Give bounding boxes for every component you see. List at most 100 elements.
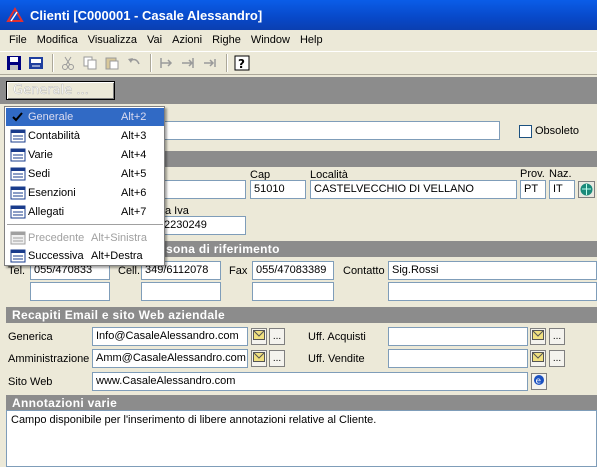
toolbar-separator <box>52 54 54 72</box>
envelope-icon <box>253 330 265 343</box>
globe-icon[interactable] <box>578 181 595 198</box>
popup-item-label: Contabilità <box>28 130 80 142</box>
indirizzo-input[interactable] <box>160 180 246 199</box>
popup-item-shortcut: Alt+Destra <box>91 250 143 262</box>
popup-item-shortcut: Alt+2 <box>121 111 147 123</box>
amministrazione-label: Amministrazione <box>8 353 90 365</box>
prov-input[interactable]: PT <box>520 180 546 199</box>
fax-label: Fax <box>229 265 248 277</box>
insert-row-icon[interactable] <box>156 53 176 73</box>
generica-email-button[interactable] <box>251 328 267 345</box>
check-icon <box>10 110 26 124</box>
fax-input[interactable]: 055/47083389 <box>252 261 334 280</box>
prev-icon <box>10 231 26 245</box>
toolbar-separator <box>226 54 228 72</box>
popup-item-label: Generale <box>28 111 74 123</box>
save-icon[interactable] <box>4 53 24 73</box>
generica-label: Generica <box>8 331 53 343</box>
localita-input[interactable]: CASTELVECCHIO DI VELLANO <box>310 180 517 199</box>
popup-item-shortcut: Alt+4 <box>121 149 147 161</box>
paste-icon[interactable] <box>102 53 122 73</box>
section-bar: Generale ... <box>0 77 597 104</box>
uff-vendite-more-button[interactable]: ... <box>549 350 565 367</box>
save-close-icon[interactable] <box>26 53 46 73</box>
open-web-button[interactable]: e <box>531 373 547 390</box>
sito-web-label: Sito Web <box>8 376 53 388</box>
annotazioni-header: Annotazioni varie <box>6 395 597 411</box>
indirizzo-header <box>165 151 597 167</box>
menu-file[interactable]: File <box>4 34 32 46</box>
uff-vendite-label: Uff. Vendite <box>308 353 365 365</box>
append-row-icon[interactable] <box>178 53 198 73</box>
tel2-input[interactable] <box>30 282 110 301</box>
cell-label: Cell. <box>118 265 141 277</box>
uff-acquisti-input[interactable] <box>388 327 528 346</box>
move-row-icon[interactable] <box>200 53 220 73</box>
menu-visualizza[interactable]: Visualizza <box>83 34 142 46</box>
next-icon <box>10 249 26 263</box>
amministrazione-input[interactable]: Amm@CasaleAlessandro.com <box>92 349 248 368</box>
recapiti-header: Recapiti Email e sito Web aziendale <box>6 307 597 323</box>
menu-modifica[interactable]: Modifica <box>32 34 83 46</box>
uff-acquisti-label: Uff. Acquisti <box>308 331 366 343</box>
obsoleto-checkbox[interactable] <box>519 125 532 138</box>
section-selector-button[interactable]: Generale ... <box>6 81 115 100</box>
form-icon <box>10 148 26 162</box>
menu-vai[interactable]: Vai <box>142 34 167 46</box>
naz-input[interactable]: IT <box>549 180 575 199</box>
popup-item-varie[interactable]: Varie Alt+4 <box>6 146 164 164</box>
copy-icon[interactable] <box>80 53 100 73</box>
ragione-sociale-input[interactable] <box>154 121 500 140</box>
envelope-icon <box>532 330 544 343</box>
section-popup-menu: Generale Alt+2 Contabilità Alt+3 Varie Alt+4 S… <box>4 106 165 266</box>
amministrazione-email-button[interactable] <box>251 350 267 367</box>
form-icon <box>10 129 26 143</box>
popup-item-precedente: Precedente Alt+Sinistra <box>6 229 164 247</box>
uff-acquisti-email-button[interactable] <box>530 328 546 345</box>
popup-item-successiva[interactable]: Successiva Alt+Destra <box>6 247 164 265</box>
popup-item-shortcut: Alt+6 <box>121 187 147 199</box>
cut-icon[interactable] <box>58 53 78 73</box>
toolbar: ? <box>0 51 597 75</box>
obsoleto-label: Obsoleto <box>535 125 580 137</box>
menu-window[interactable]: Window <box>246 34 295 46</box>
tel-label: Tel. <box>8 265 26 277</box>
popup-item-esenzioni[interactable]: Esenzioni Alt+6 <box>6 184 164 202</box>
uff-vendite-email-button[interactable] <box>530 350 546 367</box>
cell2-input[interactable] <box>141 282 221 301</box>
popup-item-generale[interactable]: Generale Alt+2 <box>6 108 164 126</box>
popup-item-shortcut: Alt+3 <box>121 130 147 142</box>
generica-input[interactable]: Info@CasaleAlessandro.com <box>92 327 248 346</box>
svg-text:?: ? <box>238 57 245 71</box>
svg-text:e: e <box>536 377 542 387</box>
menu-help[interactable]: Help <box>295 34 328 46</box>
popup-item-sedi[interactable]: Sedi Alt+5 <box>6 165 164 183</box>
contatto-input[interactable]: Sig.Rossi <box>388 261 597 280</box>
sito-web-input[interactable]: www.CasaleAlessandro.com <box>92 372 528 391</box>
popup-item-label: Varie <box>28 149 53 161</box>
app-icon <box>6 6 24 24</box>
undo-icon[interactable] <box>124 53 144 73</box>
popup-item-allegati[interactable]: Allegati Alt+7 <box>6 203 164 221</box>
annotazioni-textarea[interactable]: Campo disponibile per l'inserimento di l… <box>6 410 597 467</box>
browser-icon: e <box>533 374 545 389</box>
fax2-input[interactable] <box>252 282 334 301</box>
uff-acquisti-more-button[interactable]: ... <box>549 328 565 345</box>
popup-item-label: Allegati <box>28 206 65 218</box>
amministrazione-more-button[interactable]: ... <box>269 350 285 367</box>
generica-more-button[interactable]: ... <box>269 328 285 345</box>
form-icon <box>10 186 26 200</box>
menu-azioni[interactable]: Azioni <box>167 34 207 46</box>
popup-item-label: Precedente <box>28 232 85 244</box>
contatto2-input[interactable] <box>388 282 597 301</box>
popup-item-shortcut: Alt+Sinistra <box>91 232 147 244</box>
popup-item-contabilit-[interactable]: Contabilità Alt+3 <box>6 127 164 145</box>
uff-vendite-input[interactable] <box>388 349 528 368</box>
envelope-icon <box>253 352 265 365</box>
menu-righe[interactable]: Righe <box>207 34 246 46</box>
menu-bar: File Modifica Visualizza Vai Azioni Righe Wind… <box>0 30 597 50</box>
help-icon[interactable]: ? <box>232 53 252 73</box>
contatto-label: Contatto <box>343 265 385 277</box>
partita-iva-input[interactable]: 2230249 <box>160 216 246 235</box>
cap-input[interactable]: 51010 <box>250 180 306 199</box>
